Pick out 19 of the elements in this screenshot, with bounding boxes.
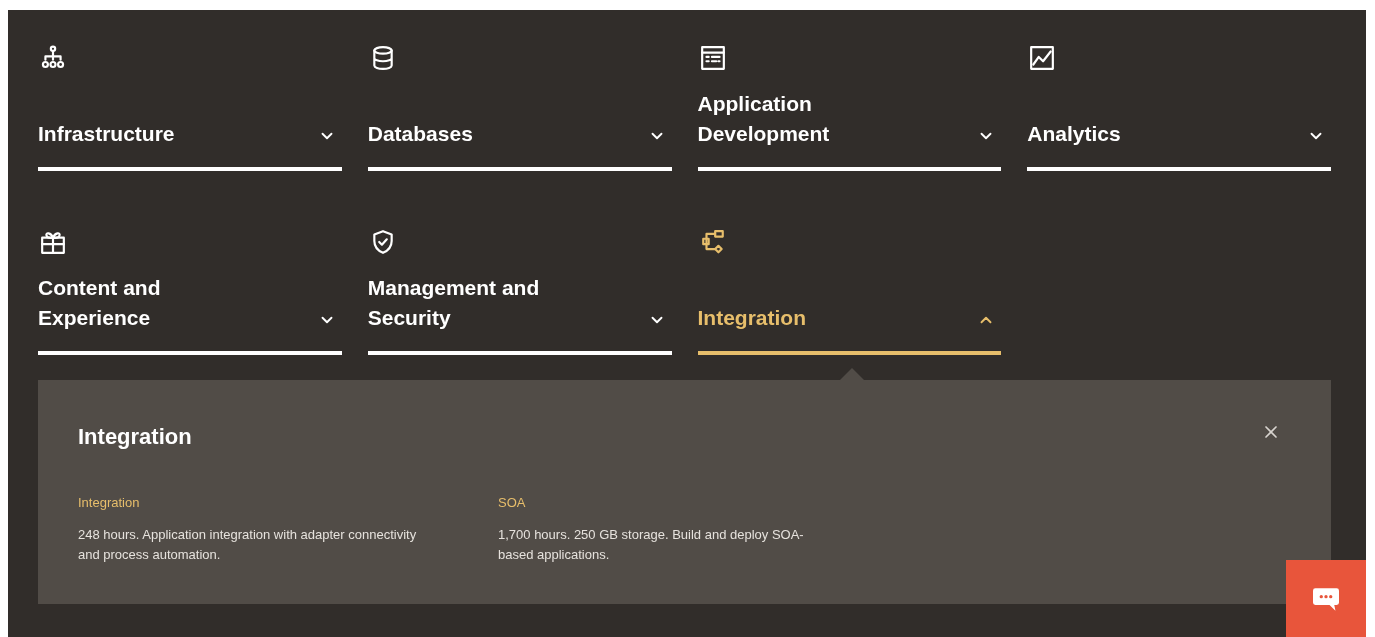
- service-description: 248 hours. Application integration with adapter connectivity and process automation.: [78, 525, 418, 564]
- category-tab[interactable]: Databases: [367, 71, 672, 171]
- category-tab[interactable]: Infrastructure: [38, 71, 342, 171]
- category-tab[interactable]: Management and Security: [367, 255, 672, 355]
- line-chart-icon: [1029, 45, 1056, 71]
- chat-button[interactable]: [1286, 560, 1366, 637]
- service-description: 1,700 hours. 250 GB storage. Build and deploy SOA-based applications.: [498, 525, 805, 564]
- category-tab[interactable]: Content and Experience: [38, 255, 342, 355]
- category-tab[interactable]: Integration: [697, 255, 1002, 355]
- flow-diagram-icon: [699, 229, 726, 255]
- category-tab[interactable]: Analytics: [1027, 71, 1331, 171]
- gift-icon: [40, 229, 66, 255]
- service-link[interactable]: SOA: [498, 493, 838, 513]
- chat-bubble-icon: [1311, 585, 1341, 612]
- category-tab[interactable]: Application Development: [697, 71, 1002, 171]
- hierarchy-icon: [40, 45, 66, 71]
- service-link[interactable]: Integration: [78, 493, 418, 513]
- document-list-icon: [699, 45, 726, 71]
- detail-title: Integration: [78, 423, 192, 451]
